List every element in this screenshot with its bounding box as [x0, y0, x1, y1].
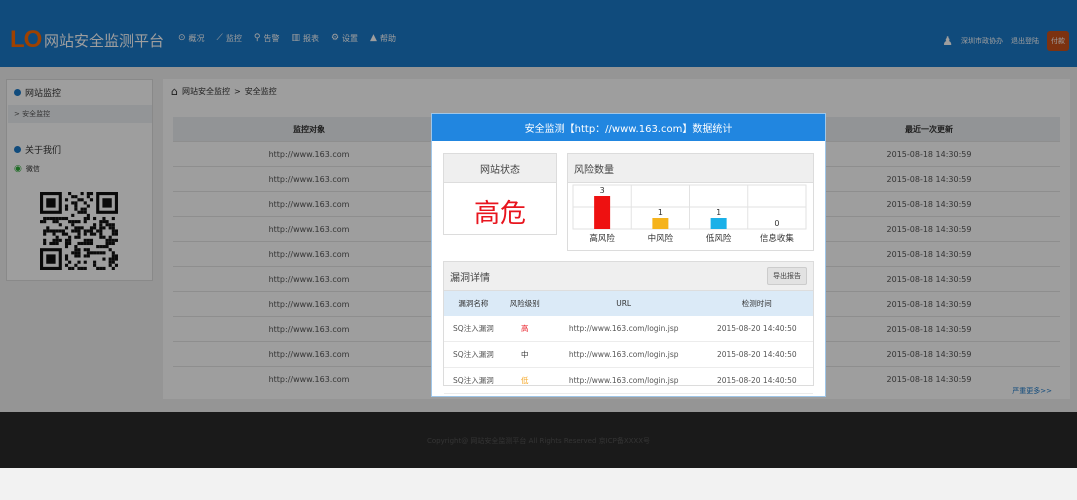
- vuln-table-body: SQ注入漏洞高 http://www.163.com/login.jsp 2015-…: [444, 316, 813, 394]
- bar: [710, 218, 727, 229]
- vuln-row[interactable]: SQ注入漏洞高 http://www.163.com/login.jsp 2015-…: [444, 316, 813, 342]
- data-label: 1: [658, 208, 663, 217]
- export-report-button[interactable]: 导出报告: [767, 267, 807, 285]
- tick-label: 低风险: [706, 233, 732, 244]
- data-label: 3: [600, 186, 605, 195]
- vuln-time: 2015-08-20 14:40:50: [700, 367, 813, 394]
- vuln-time: 2015-08-20 14:40:50: [700, 316, 813, 342]
- bar: [652, 218, 669, 229]
- vuln-level: 高: [502, 316, 547, 342]
- vuln-table: 漏洞名称 风险级别 URL 检测时间 SQ注入漏洞高 http://www.163…: [444, 291, 813, 394]
- vuln-row[interactable]: SQ注入漏洞中 http://www.163.com/login.jsp 2015-…: [444, 341, 813, 368]
- panel-title: 漏洞详情: [450, 272, 490, 284]
- data-label: 1: [716, 208, 721, 217]
- vuln-level: 中: [502, 341, 547, 368]
- vuln-detail-panel: 漏洞详情 导出报告 漏洞名称 风险级别 URL 检测时间 SQ注入漏洞高 http…: [443, 261, 814, 394]
- vuln-name: SQ注入漏洞: [444, 341, 503, 368]
- risk-count-panel: 风险数量 3 高风险 1 中风险 1 低风险 0 信息收集: [567, 153, 814, 251]
- vuln-time: 2015-08-20 14:40:50: [700, 341, 813, 368]
- col-header: 漏洞名称: [444, 291, 503, 316]
- vuln-name: SQ注入漏洞: [444, 367, 503, 394]
- vuln-panel-header: 漏洞详情 导出报告: [444, 262, 813, 291]
- tick-label: 中风险: [648, 233, 674, 244]
- vuln-url: http://www.163.com/login.jsp: [546, 367, 701, 394]
- col-header: URL: [546, 291, 701, 316]
- tick-label: 信息收集: [760, 233, 795, 244]
- vuln-url: http://www.163.com/login.jsp: [546, 341, 701, 368]
- vuln-name: SQ注入漏洞: [444, 316, 503, 342]
- site-status-panel: 网站状态 高危: [443, 153, 557, 235]
- stats-modal: 安全监测【http：//www.163.com】数据统计 网站状态 高危 风险数…: [431, 113, 826, 397]
- bar: [594, 196, 611, 229]
- vuln-url: http://www.163.com/login.jsp: [546, 316, 701, 342]
- vuln-header-row: 漏洞名称 风险级别 URL 检测时间: [444, 291, 813, 316]
- panel-title: 网站状态: [444, 154, 556, 183]
- tick-label: 高风险: [589, 233, 615, 244]
- vuln-row[interactable]: SQ注入漏洞低 http://www.163.com/login.jsp 2015-…: [444, 367, 813, 394]
- vuln-level: 低: [502, 367, 547, 394]
- data-label: 0: [774, 219, 779, 228]
- panel-title: 风险数量: [568, 154, 813, 183]
- risk-bar-chart: 3 高风险 1 中风险 1 低风险 0 信息收集: [572, 184, 807, 244]
- modal-title: 安全监测【http：//www.163.com】数据统计: [432, 114, 825, 141]
- col-header: 风险级别: [502, 291, 547, 316]
- col-header: 检测时间: [700, 291, 813, 316]
- status-value: 高危: [473, 199, 526, 229]
